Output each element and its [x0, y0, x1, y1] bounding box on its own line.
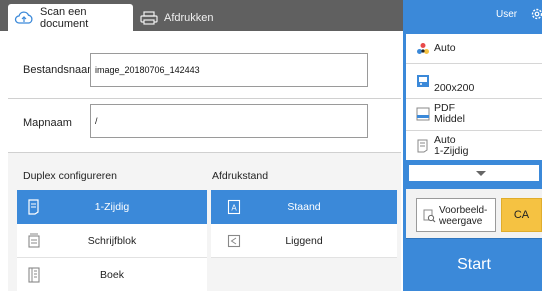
filename-input[interactable]: image_20180706_142443 [90, 53, 368, 87]
cloud-upload-icon [14, 10, 34, 25]
landscape-icon [227, 233, 241, 249]
tab-scan-document[interactable]: Scan een document [8, 4, 133, 31]
orientation-section-label: Afdrukstand [212, 170, 269, 182]
color-mode-value: Auto [434, 42, 456, 54]
more-settings-dropdown[interactable] [406, 162, 542, 184]
color-mode-setting[interactable]: Auto [406, 34, 542, 63]
portrait-icon: A [227, 199, 241, 215]
preview-label-line2: weergave [439, 216, 483, 227]
resolution-value: 200x200 [434, 82, 475, 94]
duplex-option-book[interactable]: Boek [17, 258, 207, 291]
file-format-setting[interactable]: PDF Middel [406, 99, 542, 130]
tab-print[interactable]: Afdrukken [136, 4, 266, 31]
duplex-option-label: 1-Zijdig [94, 200, 130, 213]
orientation-option-landscape[interactable]: Liggend [211, 224, 397, 258]
duplex-option-notepad[interactable]: Schrijfblok [17, 224, 207, 258]
printer-icon [140, 10, 158, 25]
preview-button[interactable]: Voorbeeld- weergave [416, 198, 496, 232]
one-sided-icon [27, 199, 41, 215]
book-icon [27, 267, 41, 283]
user-label[interactable]: User [496, 9, 517, 20]
duplex-option-label: Boek [100, 268, 124, 281]
resolution-setting[interactable]: 200x200 [406, 64, 542, 98]
resolution-icon [416, 74, 430, 88]
duplex-option-label: Schrijfblok [87, 234, 137, 247]
duplex-section-label: Duplex configureren [23, 170, 117, 182]
divider [8, 152, 401, 153]
magnifier-document-icon [423, 209, 436, 223]
tab-scan-label: Scan een document [40, 5, 89, 30]
top-bar-user-area [403, 0, 542, 31]
folder-label: Mapnaam [23, 117, 72, 129]
preview-label-line1: Voorbeeld- [439, 205, 488, 216]
orientation-option-portrait[interactable]: A Staand [211, 190, 397, 224]
preview-button-label: Voorbeeld- weergave [439, 205, 487, 227]
svg-text:A: A [231, 204, 237, 213]
notepad-icon [27, 233, 41, 249]
chevron-down-icon [476, 171, 486, 176]
filename-label: Bestandsnaam [23, 64, 97, 76]
divider [8, 98, 401, 99]
start-button[interactable]: Start [406, 238, 542, 291]
pdf-file-icon [416, 107, 430, 121]
duplex-setting-summary[interactable]: Auto 1-Zijdig [406, 131, 542, 160]
clear-all-button[interactable]: CA [501, 198, 542, 232]
file-format-quality: Middel [434, 113, 465, 125]
gear-icon[interactable] [530, 7, 542, 21]
duplex-option-one-sided[interactable]: 1-Zijdig [17, 190, 207, 224]
duplex-summary-value: 1-Zijdig [434, 145, 469, 157]
color-dots-icon [416, 42, 430, 56]
folder-input[interactable]: / [90, 104, 368, 138]
one-sided-icon [416, 139, 430, 153]
tab-print-label: Afdrukken [164, 11, 214, 24]
